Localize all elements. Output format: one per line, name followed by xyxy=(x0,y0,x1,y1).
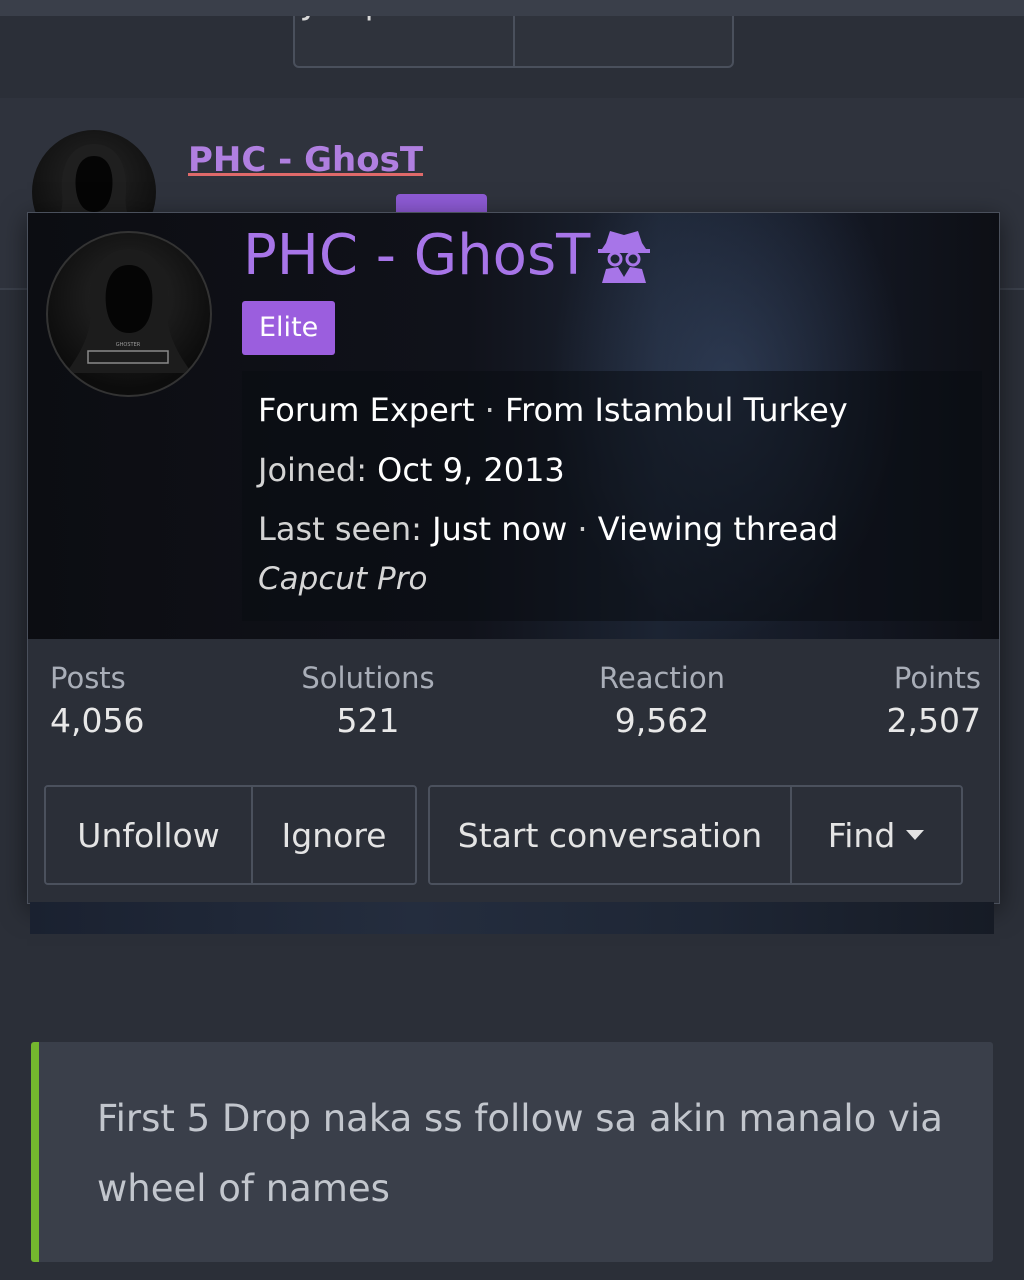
activity-thread-link[interactable]: Capcut Pro xyxy=(258,561,427,597)
avatar-caption: GHOSTER xyxy=(116,342,141,348)
unfollow-button[interactable]: Unfollow xyxy=(46,787,251,883)
banner-edge xyxy=(30,902,994,934)
user-title-line: Forum Expert · From Istambul Turkey xyxy=(258,391,848,429)
hooded-figure-icon: GHOSTER xyxy=(66,249,192,373)
post-username-link[interactable]: PHC - GhosT xyxy=(188,140,423,180)
user-banner-badge: Elite xyxy=(242,301,336,355)
find-label: Find xyxy=(827,815,896,855)
stat-label: Posts xyxy=(50,661,126,695)
find-dropdown-button[interactable]: Find xyxy=(790,787,961,883)
last-seen-label: Last seen: xyxy=(258,510,422,548)
caret-down-icon xyxy=(906,830,925,840)
start-conversation-button[interactable]: Start conversation xyxy=(430,787,790,883)
last-seen-line: Last seen: Just now · Viewing thread xyxy=(258,510,838,548)
stat-label: Solutions xyxy=(301,661,435,695)
activity-label: Viewing thread xyxy=(597,510,839,548)
stat-points[interactable]: Points 2,507 xyxy=(887,661,981,740)
stat-solutions[interactable]: Solutions 521 xyxy=(300,661,436,740)
stat-value: 2,507 xyxy=(886,701,981,740)
spy-icon xyxy=(598,230,651,283)
profile-username-text: PHC - GhosT xyxy=(243,223,591,288)
member-tooltip-card: GHOSTER PHC - GhosT Elite Forum Expert ·… xyxy=(27,212,1000,904)
joined-line: Joined: Oct 9, 2013 xyxy=(258,451,565,489)
last-seen-value: Just now xyxy=(432,510,568,548)
stat-value: 4,056 xyxy=(50,701,145,740)
ignore-button[interactable]: Ignore xyxy=(251,787,415,883)
stat-value: 521 xyxy=(336,701,400,740)
top-strip xyxy=(0,0,1024,16)
stat-reaction[interactable]: Reaction 9,562 xyxy=(594,661,730,740)
joined-value: Oct 9, 2013 xyxy=(377,451,565,489)
stat-value: 9,562 xyxy=(614,701,710,740)
message-quote: First 5 Drop naka ss follow sa akin mana… xyxy=(31,1042,993,1262)
stat-label: Reaction xyxy=(599,661,725,695)
profile-username-link[interactable]: PHC - GhosT xyxy=(243,223,652,288)
user-location[interactable]: From Istambul Turkey xyxy=(505,391,848,429)
separator: · xyxy=(484,391,495,429)
profile-avatar[interactable]: GHOSTER xyxy=(46,231,212,397)
stat-posts[interactable]: Posts 4,056 xyxy=(50,661,144,740)
stat-label: Points xyxy=(893,661,981,695)
follow-ignore-group: Unfollow Ignore xyxy=(44,785,417,885)
conversation-find-group: Start conversation Find xyxy=(428,785,963,885)
joined-label: Joined: xyxy=(258,451,367,489)
user-title: Forum Expert xyxy=(258,391,475,429)
quote-text: First 5 Drop naka ss follow sa akin mana… xyxy=(97,1097,943,1210)
separator: · xyxy=(577,510,588,548)
